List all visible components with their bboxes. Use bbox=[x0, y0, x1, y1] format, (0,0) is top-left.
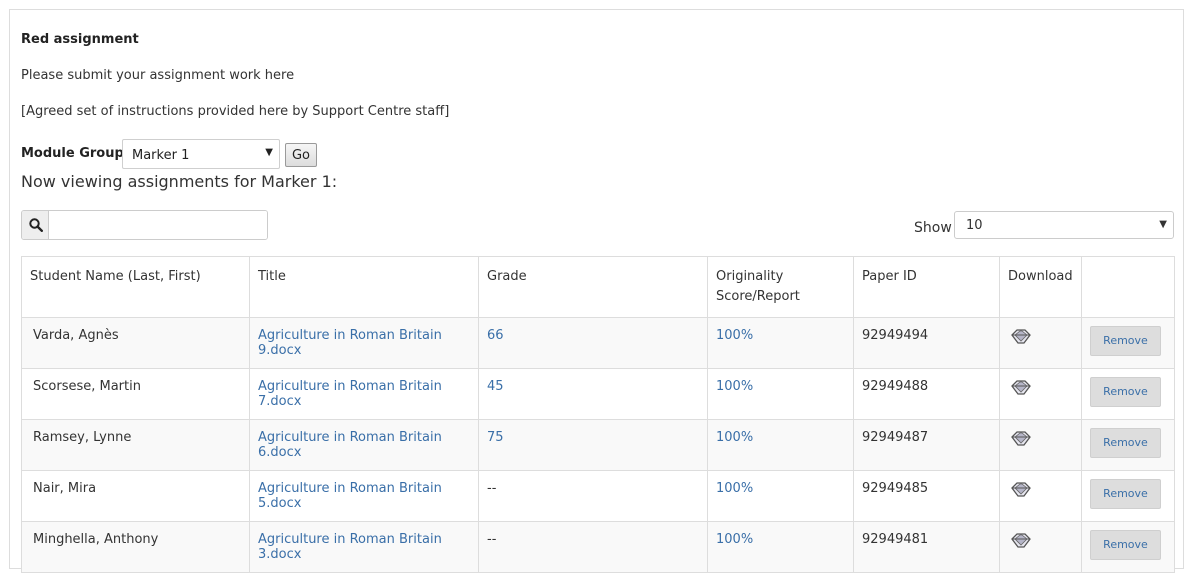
header-student-name[interactable]: Student Name (Last, First) bbox=[21, 256, 250, 318]
search-input[interactable] bbox=[50, 211, 267, 239]
originality-link[interactable]: 100% bbox=[716, 328, 753, 343]
download-icon[interactable] bbox=[1010, 328, 1032, 346]
paper-id: 92949494 bbox=[853, 317, 1000, 369]
grade-value: -- bbox=[478, 470, 708, 522]
download-icon[interactable] bbox=[1010, 532, 1032, 550]
header-download[interactable]: Download bbox=[999, 256, 1082, 318]
download-icon[interactable] bbox=[1010, 379, 1032, 397]
grade-link[interactable]: 75 bbox=[487, 430, 504, 445]
student-name: Ramsey, Lynne bbox=[21, 419, 250, 471]
originality-link[interactable]: 100% bbox=[716, 481, 753, 496]
grade-link[interactable]: 45 bbox=[487, 379, 504, 394]
student-name: Minghella, Anthony bbox=[21, 521, 250, 573]
paper-id: 92949481 bbox=[853, 521, 1000, 573]
paper-id: 92949488 bbox=[853, 368, 1000, 420]
go-button[interactable]: Go bbox=[285, 143, 317, 167]
originality-link[interactable]: 100% bbox=[716, 379, 753, 394]
table-row: Varda, Agnès Agriculture in Roman Britai… bbox=[21, 317, 1175, 369]
paper-title-link[interactable]: Agriculture in Roman Britain 7.docx bbox=[258, 379, 442, 409]
assignment-instructions: [Agreed set of instructions provided her… bbox=[21, 104, 450, 119]
show-label: Show bbox=[914, 220, 952, 236]
remove-button[interactable]: Remove bbox=[1090, 377, 1161, 407]
download-icon[interactable] bbox=[1010, 430, 1032, 448]
viewing-heading: Now viewing assignments for Marker 1: bbox=[21, 172, 338, 191]
table-row: Ramsey, Lynne Agriculture in Roman Brita… bbox=[21, 419, 1175, 471]
paper-title-link[interactable]: Agriculture in Roman Britain 5.docx bbox=[258, 481, 442, 511]
module-group-selected: Marker 1 bbox=[132, 148, 190, 163]
paper-title-link[interactable]: Agriculture in Roman Britain 6.docx bbox=[258, 430, 442, 460]
student-name: Nair, Mira bbox=[21, 470, 250, 522]
table-header-row: Student Name (Last, First) Title Grade O… bbox=[21, 256, 1175, 318]
search-icon bbox=[22, 211, 49, 239]
download-icon[interactable] bbox=[1010, 481, 1032, 499]
student-name: Varda, Agnès bbox=[21, 317, 250, 369]
assignment-panel: Red assignment Please submit your assign… bbox=[9, 9, 1184, 573]
assignment-description: Please submit your assignment work here bbox=[21, 68, 295, 83]
submissions-table: Student Name (Last, First) Title Grade O… bbox=[21, 256, 1175, 573]
table-row: Scorsese, Martin Agriculture in Roman Br… bbox=[21, 368, 1175, 420]
grade-value: -- bbox=[478, 521, 708, 573]
paper-title-link[interactable]: Agriculture in Roman Britain 3.docx bbox=[258, 532, 442, 562]
header-originality[interactable]: Originality Score/Report bbox=[707, 256, 854, 318]
search-box bbox=[21, 210, 268, 240]
header-title[interactable]: Title bbox=[249, 256, 479, 318]
remove-button[interactable]: Remove bbox=[1090, 428, 1161, 458]
student-name: Scorsese, Martin bbox=[21, 368, 250, 420]
table-row: Minghella, Anthony Agriculture in Roman … bbox=[21, 521, 1175, 573]
caret-down-icon: ▼ bbox=[265, 147, 273, 158]
header-actions bbox=[1081, 256, 1175, 318]
remove-button[interactable]: Remove bbox=[1090, 326, 1161, 356]
table-row: Nair, Mira Agriculture in Roman Britain … bbox=[21, 470, 1175, 522]
assignment-title: Red assignment bbox=[21, 32, 139, 47]
header-paper-id[interactable]: Paper ID bbox=[853, 256, 1000, 318]
header-grade[interactable]: Grade bbox=[478, 256, 708, 318]
originality-link[interactable]: 100% bbox=[716, 430, 753, 445]
caret-down-icon: ▼ bbox=[1159, 219, 1167, 230]
module-group-select[interactable]: Marker 1 ▼ bbox=[122, 139, 280, 169]
show-entries-selected: 10 bbox=[966, 218, 983, 233]
show-entries-select[interactable]: 10 ▼ bbox=[954, 211, 1174, 239]
grade-link[interactable]: 66 bbox=[487, 328, 504, 343]
remove-button[interactable]: Remove bbox=[1090, 479, 1161, 509]
remove-button[interactable]: Remove bbox=[1090, 530, 1161, 560]
paper-id: 92949487 bbox=[853, 419, 1000, 471]
originality-link[interactable]: 100% bbox=[716, 532, 753, 547]
paper-title-link[interactable]: Agriculture in Roman Britain 9.docx bbox=[258, 328, 442, 358]
module-group-label: Module Group : bbox=[21, 146, 134, 161]
paper-id: 92949485 bbox=[853, 470, 1000, 522]
